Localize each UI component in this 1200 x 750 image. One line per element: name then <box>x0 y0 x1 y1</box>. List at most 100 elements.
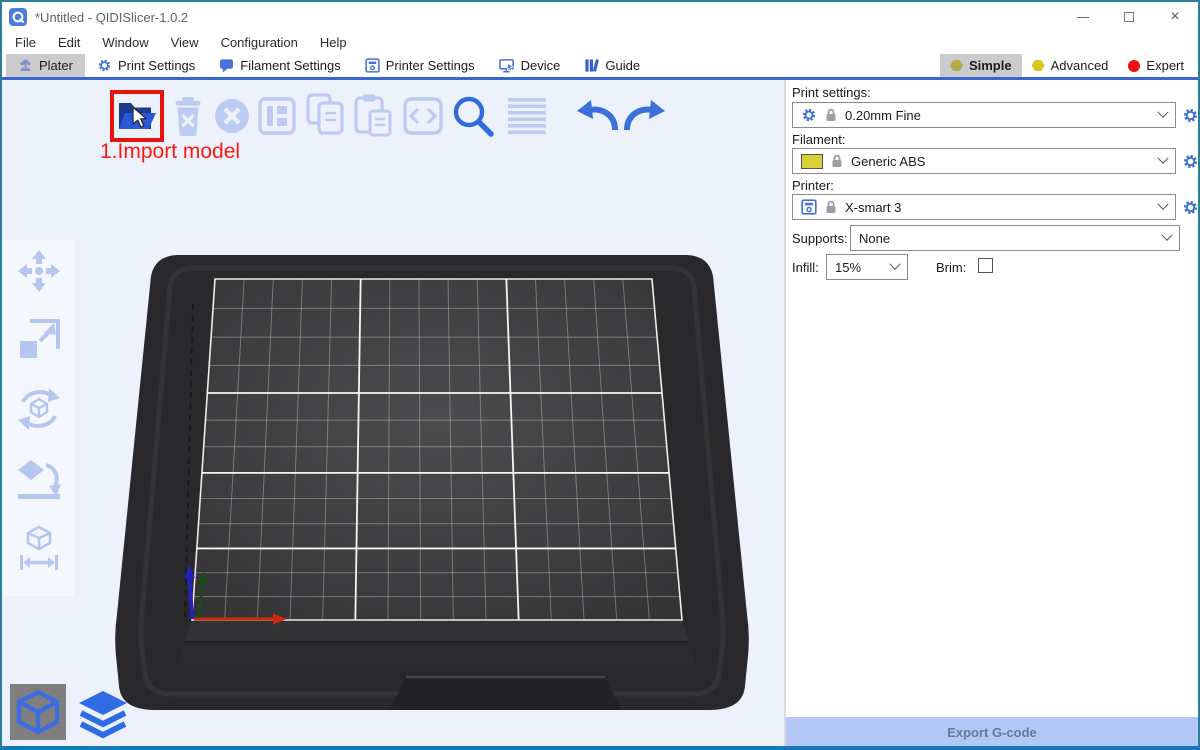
printer-settings-gear-button[interactable] <box>1182 199 1199 216</box>
brim-checkbox[interactable] <box>978 258 993 273</box>
printer-preset-combo[interactable]: X-smart 3 <box>792 194 1176 220</box>
3d-viewport[interactable]: 1.Import model <box>2 80 784 748</box>
scale-button[interactable] <box>16 317 62 363</box>
mouse-cursor-icon <box>132 106 148 128</box>
mode-simple[interactable]: Simple <box>940 54 1022 77</box>
mode-label: Simple <box>969 58 1012 73</box>
move-button[interactable] <box>16 248 62 294</box>
tab-device[interactable]: Device <box>487 54 573 77</box>
close-icon: × <box>1170 8 1179 26</box>
delete-all-button[interactable] <box>212 94 252 138</box>
filament-settings-gear-button[interactable] <box>1182 153 1199 170</box>
print-preset-value: 0.20mm Fine <box>845 108 1151 123</box>
mode-label: Expert <box>1146 58 1184 73</box>
expert-circle-icon <box>1128 60 1140 72</box>
filament-preset-combo[interactable]: Generic ABS <box>792 148 1176 174</box>
delete-button[interactable] <box>168 94 208 138</box>
app-logo-icon <box>9 8 27 26</box>
tab-bar: Plater Print Settings Filament Settings <box>2 54 1198 77</box>
tab-label: Printer Settings <box>386 58 475 73</box>
app-window: *Untitled - QIDISlicer-1.0.2 × File Edit… <box>0 0 1200 750</box>
left-toolbar <box>4 240 74 596</box>
filament-preset-value: Generic ABS <box>851 154 1151 169</box>
close-button[interactable]: × <box>1152 2 1198 32</box>
split-button[interactable] <box>402 94 444 138</box>
filament-icon <box>219 58 234 73</box>
tab-label: Plater <box>39 58 73 73</box>
chevron-down-icon <box>1157 153 1168 164</box>
printer-label: Printer: <box>792 178 834 193</box>
maximize-button[interactable] <box>1106 2 1152 32</box>
printer-icon <box>801 199 817 215</box>
minimize-icon <box>1077 17 1089 18</box>
tab-filament-settings[interactable]: Filament Settings <box>207 54 352 77</box>
printer-icon <box>365 58 380 73</box>
title-bar: *Untitled - QIDISlicer-1.0.2 × <box>2 2 1198 32</box>
settings-panel: Print settings: 0.20mm Fine <box>786 80 1198 748</box>
brim-label: Brim: <box>936 260 966 275</box>
copy-button[interactable] <box>304 92 348 138</box>
tab-label: Filament Settings <box>240 58 340 73</box>
mode-advanced[interactable]: Advanced <box>1022 54 1119 77</box>
lock-icon <box>825 108 837 122</box>
paste-button[interactable] <box>352 92 396 138</box>
redo-button[interactable] <box>622 94 668 138</box>
layers-list-button[interactable] <box>504 94 550 138</box>
undo-button[interactable] <box>574 94 620 138</box>
rotate-button[interactable] <box>16 386 62 432</box>
chevron-down-icon <box>1157 199 1168 210</box>
gear-icon <box>97 58 112 73</box>
place-on-face-button[interactable] <box>16 455 62 501</box>
tab-print-settings[interactable]: Print Settings <box>85 54 207 77</box>
chevron-down-icon <box>1161 230 1172 241</box>
print-preset-combo[interactable]: 0.20mm Fine <box>792 102 1176 128</box>
mode-label: Advanced <box>1051 58 1109 73</box>
lock-icon <box>825 200 837 214</box>
supports-combo[interactable]: None <box>850 225 1180 251</box>
layers-preview-button[interactable] <box>74 686 132 742</box>
infill-label: Infill: <box>792 260 819 275</box>
maximize-icon <box>1124 12 1134 22</box>
tab-guide[interactable]: Guide <box>572 54 652 77</box>
infill-value: 15% <box>835 260 883 275</box>
printer-preset-value: X-smart 3 <box>845 200 1151 215</box>
filament-color-swatch <box>801 154 823 169</box>
gear-icon <box>801 107 817 123</box>
chevron-down-icon <box>1157 107 1168 118</box>
menu-help[interactable]: Help <box>309 32 358 54</box>
advanced-hexagon-icon <box>1032 60 1045 72</box>
tab-label: Guide <box>605 58 640 73</box>
printer-bed <box>97 244 767 724</box>
3d-view-button[interactable] <box>10 684 66 740</box>
filament-label: Filament: <box>792 132 845 147</box>
tab-label: Print Settings <box>118 58 195 73</box>
menu-bar: File Edit Window View Configuration Help <box>2 32 1198 54</box>
menu-edit[interactable]: Edit <box>47 32 91 54</box>
device-icon <box>499 58 515 73</box>
measure-button[interactable] <box>16 524 62 570</box>
guide-icon <box>584 58 599 73</box>
menu-window[interactable]: Window <box>91 32 159 54</box>
tab-label: Device <box>521 58 561 73</box>
infill-combo[interactable]: 15% <box>826 254 908 280</box>
menu-configuration[interactable]: Configuration <box>210 32 309 54</box>
lock-icon <box>831 154 843 168</box>
arrange-button[interactable] <box>256 94 298 138</box>
export-gcode-button[interactable]: Export G-code <box>786 717 1198 747</box>
tab-printer-settings[interactable]: Printer Settings <box>353 54 487 77</box>
search-button[interactable] <box>448 92 498 140</box>
menu-file[interactable]: File <box>4 32 47 54</box>
print-settings-label: Print settings: <box>792 85 871 100</box>
plater-icon <box>18 58 33 73</box>
annotation-import-model: 1.Import model <box>100 140 240 164</box>
window-title: *Untitled - QIDISlicer-1.0.2 <box>35 10 188 25</box>
minimize-button[interactable] <box>1060 2 1106 32</box>
menu-view[interactable]: View <box>160 32 210 54</box>
supports-label: Supports: <box>792 231 848 246</box>
tab-plater[interactable]: Plater <box>6 54 85 77</box>
simple-hexagon-icon <box>950 60 963 72</box>
mode-expert[interactable]: Expert <box>1118 54 1194 77</box>
print-settings-gear-button[interactable] <box>1182 107 1199 124</box>
chevron-down-icon <box>889 259 900 270</box>
supports-value: None <box>859 231 1155 246</box>
